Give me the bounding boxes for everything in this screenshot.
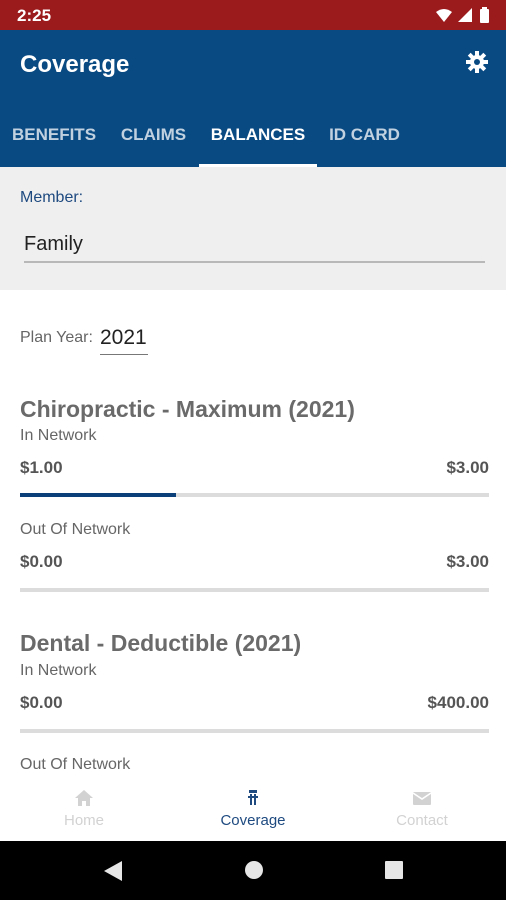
member-section: Member: Family [0, 167, 506, 290]
page-title: Coverage [20, 51, 130, 78]
home-system-button[interactable] [244, 860, 264, 880]
plan-year-label: Plan Year: [20, 329, 93, 346]
recents-icon [385, 861, 403, 879]
recents-button[interactable] [384, 860, 404, 880]
dental-out-network-label: Out Of Network [20, 756, 131, 773]
home-icon [75, 790, 93, 806]
nav-home-label: Home [63, 812, 104, 829]
tab-benefits[interactable]: BENEFITS [0, 123, 108, 167]
app-bar: Coverage BENEFITS CLAIMS BALANCES ID CAR… [0, 30, 506, 167]
home-circle-icon [245, 861, 263, 879]
section-title-chiropractic: Chiropractic - Maximum (2021) [20, 396, 355, 422]
nav-contact[interactable]: Contact [338, 778, 506, 841]
status-time: 2:25 [17, 6, 52, 25]
back-icon [104, 861, 122, 881]
nav-coverage[interactable]: Coverage [169, 778, 337, 841]
member-select-underline [24, 261, 485, 263]
settings-button[interactable] [466, 51, 488, 73]
tab-id-card-label: ID CARD [329, 125, 400, 144]
bottom-nav: Home Coverage Contact [0, 778, 506, 841]
plan-year-underline [100, 354, 148, 355]
in-network-progress-fill [20, 493, 177, 497]
in-network-label: In Network [20, 427, 97, 444]
status-icons [434, 6, 494, 26]
in-network-progress-bar [20, 493, 489, 497]
tab-benefits-label: BENEFITS [11, 125, 97, 144]
out-network-label: Out Of Network [20, 521, 131, 538]
member-label: Member: [20, 189, 84, 206]
tab-id-card[interactable]: ID CARD [317, 123, 412, 167]
gear-icon [466, 51, 488, 73]
nav-home[interactable]: Home [0, 778, 168, 841]
dental-in-network-used-amount: $0.00 [20, 693, 63, 712]
out-network-progress-bar [20, 588, 489, 592]
signal-icon [458, 8, 472, 22]
coverage-icon [248, 790, 258, 805]
wifi-icon [436, 9, 452, 22]
plan-year-select[interactable]: 2021 [100, 326, 147, 350]
tab-balances-label: BALANCES [210, 125, 306, 144]
battery-icon [480, 7, 489, 23]
tab-claims[interactable]: CLAIMS [108, 123, 199, 167]
status-icons-svg [436, 7, 489, 23]
tab-bar: BENEFITS CLAIMS BALANCES ID CARD [0, 123, 506, 167]
tab-claims-label: CLAIMS [120, 125, 187, 144]
system-nav-bar [0, 841, 506, 900]
tab-balances[interactable]: BALANCES [199, 123, 317, 167]
in-network-used-amount: $1.00 [20, 458, 63, 477]
dental-in-network-max-amount: $400.00 [427, 693, 489, 712]
member-select[interactable]: Family [24, 233, 83, 256]
out-network-used-amount: $0.00 [20, 552, 63, 571]
section-title-dental: Dental - Deductible (2021) [20, 630, 302, 656]
back-button[interactable] [103, 860, 123, 882]
nav-contact-label: Contact [396, 812, 448, 829]
nav-coverage-label: Coverage [220, 812, 286, 829]
dental-in-network-label: In Network [20, 662, 97, 679]
mail-icon [412, 792, 432, 805]
out-network-max-amount: $3.00 [446, 552, 489, 571]
in-network-max-amount: $3.00 [446, 458, 489, 477]
status-bar: 2:25 [0, 0, 506, 30]
dental-in-network-progress-bar [20, 729, 489, 733]
